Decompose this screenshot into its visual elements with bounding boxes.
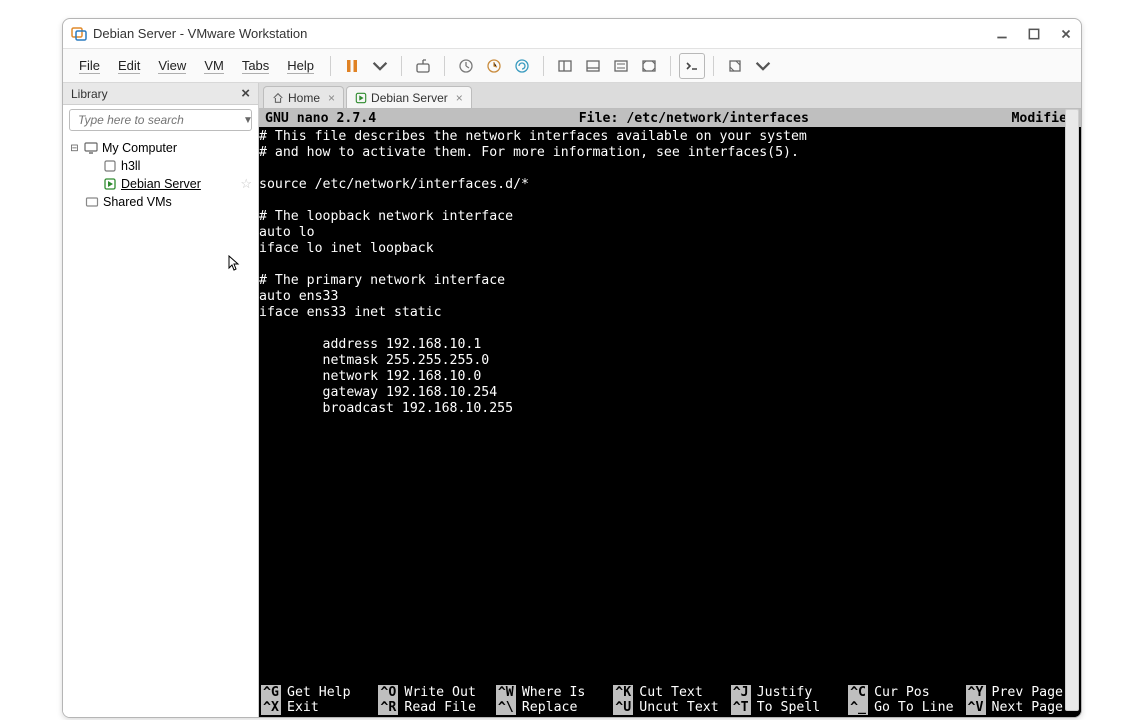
nano-text-area[interactable]: # This file describes the network interf… — [259, 127, 1081, 685]
menu-help[interactable]: Help — [279, 54, 322, 77]
vm-icon — [103, 159, 117, 173]
divider — [713, 56, 714, 76]
nano-shortcut: ^\Replace — [494, 700, 611, 715]
menu-label: Help — [287, 58, 314, 74]
nano-shortcut: ^JJustify — [729, 685, 846, 700]
tree-vm-h3ll[interactable]: h3ll — [63, 157, 258, 175]
divider — [330, 56, 331, 76]
fullscreen-button[interactable] — [636, 53, 662, 79]
vertical-scrollbar[interactable] — [1065, 109, 1079, 711]
menu-label: Tabs — [242, 58, 269, 74]
divider — [543, 56, 544, 76]
content-area: Home × Debian Server × GNU nano 2.7.4 Fi… — [259, 83, 1081, 717]
tree-label: h3ll — [121, 159, 140, 173]
cursor-pointer-icon — [226, 255, 242, 275]
unity-dropdown[interactable] — [750, 53, 776, 79]
library-close-icon[interactable]: × — [241, 85, 250, 102]
divider — [670, 56, 671, 76]
library-search[interactable]: ▼ — [69, 109, 252, 131]
tab-close-icon[interactable]: × — [456, 91, 463, 105]
search-input[interactable] — [78, 113, 235, 127]
nano-title-bar: GNU nano 2.7.4 File: /etc/network/interf… — [259, 109, 1081, 127]
library-tree: ⊟ My Computer h3ll Debian Server ☆ Share… — [63, 135, 258, 215]
home-icon — [272, 92, 284, 104]
snapshot-manager-button[interactable] — [481, 53, 507, 79]
pause-dropdown[interactable] — [367, 53, 393, 79]
nano-shortcut: ^TTo Spell — [729, 700, 846, 715]
console-view-button[interactable] — [679, 53, 705, 79]
tree-label: Debian Server — [121, 177, 201, 191]
main-area: Library × ▼ ⊟ My Computer h3ll — [63, 83, 1081, 717]
nano-file-label: File: /etc/network/interfaces — [376, 111, 1011, 126]
tree-label: Shared VMs — [103, 195, 172, 209]
revert-snapshot-button[interactable] — [509, 53, 535, 79]
menu-label: File — [79, 58, 100, 74]
collapse-icon[interactable]: ⊟ — [69, 143, 80, 154]
minimize-button[interactable] — [995, 27, 1009, 41]
window-title: Debian Server - VMware Workstation — [93, 26, 989, 41]
nano-shortcut: ^_Go To Line — [846, 700, 963, 715]
shared-icon — [85, 195, 99, 209]
nano-shortcut: ^WWhere Is — [494, 685, 611, 700]
vm-running-icon — [103, 177, 117, 191]
vmware-app-icon — [71, 26, 87, 42]
library-panel: Library × ▼ ⊟ My Computer h3ll — [63, 83, 259, 717]
maximize-button[interactable] — [1027, 27, 1041, 41]
titlebar: Debian Server - VMware Workstation — [63, 19, 1081, 49]
menu-view[interactable]: View — [150, 54, 194, 77]
menu-label: Edit — [118, 58, 140, 74]
snapshot-button[interactable] — [453, 53, 479, 79]
tree-label: My Computer — [102, 141, 177, 155]
tab-home[interactable]: Home × — [263, 86, 344, 108]
favorite-star-icon[interactable]: ☆ — [240, 176, 252, 192]
tab-debian-server[interactable]: Debian Server × — [346, 86, 472, 108]
nano-shortcut: ^KCut Text — [611, 685, 728, 700]
send-ctrl-alt-del-button[interactable] — [410, 53, 436, 79]
nano-shortcut: ^RRead File — [376, 700, 493, 715]
search-dropdown-icon[interactable]: ▼ — [239, 115, 257, 126]
nano-help-bar: ^GGet Help ^OWrite Out ^WWhere Is ^KCut … — [259, 685, 1081, 717]
menu-label: VM — [204, 58, 224, 74]
menu-file[interactable]: File — [71, 54, 108, 77]
menu-edit[interactable]: Edit — [110, 54, 148, 77]
nano-shortcut: ^YPrev Page — [964, 685, 1081, 700]
layout-grid-button[interactable] — [608, 53, 634, 79]
library-title: Library — [71, 87, 108, 101]
menu-label: View — [158, 58, 186, 74]
layout-single-button[interactable] — [552, 53, 578, 79]
menu-vm[interactable]: VM — [196, 54, 232, 77]
tab-label: Home — [288, 91, 320, 105]
layout-dual-button[interactable] — [580, 53, 606, 79]
tab-bar: Home × Debian Server × — [259, 83, 1081, 109]
nano-shortcut: ^VNext Page — [964, 700, 1081, 715]
tree-my-computer[interactable]: ⊟ My Computer — [63, 139, 258, 157]
tab-label: Debian Server — [371, 91, 448, 105]
divider — [401, 56, 402, 76]
tree-vm-debian-server[interactable]: Debian Server ☆ — [63, 175, 258, 193]
tree-shared-vms[interactable]: Shared VMs — [63, 193, 258, 211]
nano-app-name: GNU nano 2.7.4 — [265, 111, 376, 126]
app-window: Debian Server - VMware Workstation File … — [62, 18, 1082, 718]
nano-shortcut: ^UUncut Text — [611, 700, 728, 715]
computer-icon — [84, 141, 98, 155]
nano-shortcut: ^GGet Help — [259, 685, 376, 700]
menubar: File Edit View VM Tabs Help — [63, 49, 1081, 83]
library-header: Library × — [63, 83, 258, 105]
divider — [444, 56, 445, 76]
vm-console[interactable]: GNU nano 2.7.4 File: /etc/network/interf… — [259, 109, 1081, 717]
tab-close-icon[interactable]: × — [328, 91, 335, 105]
nano-shortcut: ^OWrite Out — [376, 685, 493, 700]
nano-shortcut: ^CCur Pos — [846, 685, 963, 700]
close-button[interactable] — [1059, 27, 1073, 41]
vm-running-icon — [355, 92, 367, 104]
unity-button[interactable] — [722, 53, 748, 79]
nano-shortcut: ^XExit — [259, 700, 376, 715]
menu-tabs[interactable]: Tabs — [234, 54, 277, 77]
pause-vm-button[interactable] — [339, 53, 365, 79]
